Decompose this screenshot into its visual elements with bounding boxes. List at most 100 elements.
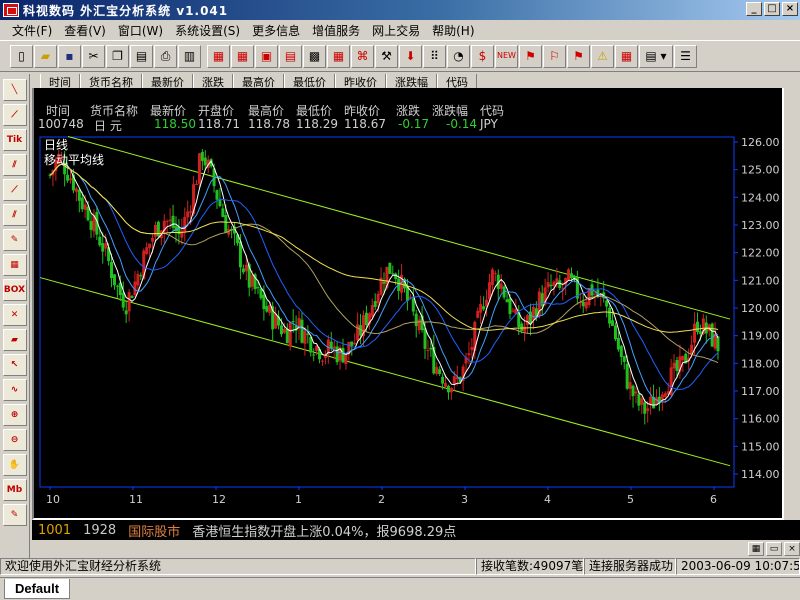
ticker-category: 国际股市 xyxy=(128,524,181,540)
draw-line-icon[interactable]: ╲ xyxy=(2,79,27,101)
down-arrow-icon[interactable]: ⬇ xyxy=(399,44,422,68)
wave-icon[interactable]: ∿ xyxy=(2,379,27,401)
app-logo-icon[interactable] xyxy=(3,3,19,17)
zoom-out-icon[interactable]: ⊖ xyxy=(2,429,27,451)
menu-more-info[interactable]: 更多信息 xyxy=(246,22,306,39)
y-tick-label: 124.00 xyxy=(741,191,779,204)
list-window-icon[interactable]: ☰ xyxy=(674,44,697,68)
status-bar: 欢迎使用外汇宝财经分析系统 接收笔数:49097笔 连接服务器成功 2003-0… xyxy=(0,558,800,576)
col-high[interactable]: 最高价 xyxy=(233,74,284,88)
candle-body xyxy=(490,269,494,286)
quote-list-icon[interactable]: ▦ xyxy=(207,44,230,68)
clock-icon[interactable]: ◔ xyxy=(447,44,470,68)
col-pct[interactable]: 涨跌幅 xyxy=(386,74,437,88)
dock-icon[interactable]: ▭ xyxy=(766,542,782,556)
paste-icon[interactable]: ▤ xyxy=(130,44,153,68)
vertical-scrollbar[interactable] xyxy=(784,74,800,520)
candle-body xyxy=(663,393,667,397)
menu-online-trade[interactable]: 网上交易 xyxy=(366,22,426,39)
menu-window[interactable]: 窗口(W) xyxy=(112,22,169,39)
save-icon[interactable]: ▪ xyxy=(58,44,81,68)
menu-settings[interactable]: 系统设置(S) xyxy=(169,22,246,39)
flag-down-icon[interactable]: ⚐ xyxy=(543,44,566,68)
tree-icon[interactable]: ⌘ xyxy=(351,44,374,68)
candle-body xyxy=(388,262,392,274)
warning-icon[interactable]: ⚠ xyxy=(591,44,614,68)
tab-default[interactable]: Default xyxy=(4,579,70,599)
new-doc-icon[interactable]: ▯ xyxy=(10,44,33,68)
table-icon[interactable]: ▦ xyxy=(327,44,350,68)
pen-icon[interactable]: ✎ xyxy=(2,229,27,251)
cut-icon[interactable]: ✂ xyxy=(82,44,105,68)
candle-body xyxy=(637,393,641,406)
tools-icon[interactable]: ⚒ xyxy=(375,44,398,68)
candle-body xyxy=(104,243,108,249)
col-last[interactable]: 最新价 xyxy=(142,74,193,88)
candle-body xyxy=(391,273,395,275)
channel-icon[interactable]: ⫽ xyxy=(2,204,27,226)
parallel-line-icon[interactable]: ⫽ xyxy=(2,154,27,176)
candle-body xyxy=(265,306,269,312)
chart-window-icon[interactable]: ▤ xyxy=(279,44,302,68)
window-icon[interactable]: ▣ xyxy=(255,44,278,68)
news-ticker[interactable]: 1001 1928 国际股市 香港恒生指数开盘上涨0.04%，报9698.29点 xyxy=(32,520,800,540)
open-folder-icon[interactable]: ▰ xyxy=(34,44,57,68)
film-icon[interactable]: ▩ xyxy=(303,44,326,68)
trend-line-icon[interactable]: ⟋ xyxy=(2,179,27,201)
eraser-icon[interactable]: ▰ xyxy=(2,329,27,351)
candle-body xyxy=(256,287,260,289)
chart-svg[interactable]: 126.00 125.00 124.00 123.00 122.00 121.00 120.… xyxy=(38,135,780,510)
grid-icon[interactable]: ▦ xyxy=(231,44,254,68)
dot-grid-icon[interactable]: ⠿ xyxy=(423,44,446,68)
candle-body xyxy=(429,347,433,350)
candle-body xyxy=(646,408,650,412)
candle-body xyxy=(631,385,635,397)
chart-mode-icon[interactable]: Mb xyxy=(2,479,27,501)
candlestick-chart[interactable]: 126.00 125.00 124.00 123.00 122.00 121.00 120.… xyxy=(38,135,780,510)
flag-icon[interactable]: ⚑ xyxy=(567,44,590,68)
ticker-close-icon[interactable]: × xyxy=(784,542,800,556)
v-last: 118.50 xyxy=(154,117,196,131)
candle-body xyxy=(634,391,638,394)
flag-up-icon[interactable]: ⚑ xyxy=(519,44,542,68)
col-prev[interactable]: 昨收价 xyxy=(335,74,386,88)
calculator-icon[interactable]: ▦ xyxy=(615,44,638,68)
status-datetime: 2003-06-09 10:07:52 xyxy=(676,558,800,575)
maximize-button[interactable]: □ xyxy=(764,2,780,16)
col-code[interactable]: 代码 xyxy=(437,74,477,88)
col-low[interactable]: 最低价 xyxy=(284,74,335,88)
close-button[interactable]: × xyxy=(782,2,798,16)
preview-icon[interactable]: ▥ xyxy=(178,44,201,68)
minimize-button[interactable]: _ xyxy=(746,2,762,16)
draw-tool-icon[interactable]: ✎ xyxy=(2,504,27,526)
tick-icon[interactable]: Tik xyxy=(2,129,27,151)
grid-tool-icon[interactable]: ▦ xyxy=(2,254,27,276)
col-name[interactable]: 货币名称 xyxy=(80,74,142,88)
menu-value-added[interactable]: 增值服务 xyxy=(306,22,366,39)
hand-icon[interactable]: ✋ xyxy=(2,454,27,476)
keyboard-icon[interactable]: ▦ xyxy=(748,542,764,556)
candle-body xyxy=(467,353,471,356)
new-badge-icon[interactable]: NEW xyxy=(495,44,518,68)
copy-icon[interactable]: ❐ xyxy=(106,44,129,68)
candle-body xyxy=(411,298,415,312)
money-icon[interactable]: $ xyxy=(471,44,494,68)
y-tick-label: 122.00 xyxy=(741,247,779,260)
delete-icon[interactable]: ✕ xyxy=(2,304,27,326)
print-icon[interactable]: ⎙ xyxy=(154,44,177,68)
col-change[interactable]: 涨跌 xyxy=(193,74,233,88)
menu-file[interactable]: 文件(F) xyxy=(6,22,58,39)
cursor-icon[interactable]: ↖ xyxy=(2,354,27,376)
candle-body xyxy=(546,282,550,288)
candle-body xyxy=(452,376,456,385)
layout-dropdown-icon[interactable]: ▤ ▾ xyxy=(639,44,673,68)
menu-view[interactable]: 查看(V) xyxy=(58,22,112,39)
menu-help[interactable]: 帮助(H) xyxy=(426,22,480,39)
candle-body xyxy=(640,398,644,405)
candle-body xyxy=(183,216,187,232)
col-time[interactable]: 时间 xyxy=(40,74,80,88)
fan-line-icon[interactable]: ⟋ xyxy=(2,104,27,126)
box-icon[interactable]: BOX xyxy=(2,279,27,301)
ticker-message[interactable]: 香港恒生指数开盘上涨0.04%，报9698.29点 xyxy=(192,521,456,540)
zoom-in-icon[interactable]: ⊕ xyxy=(2,404,27,426)
